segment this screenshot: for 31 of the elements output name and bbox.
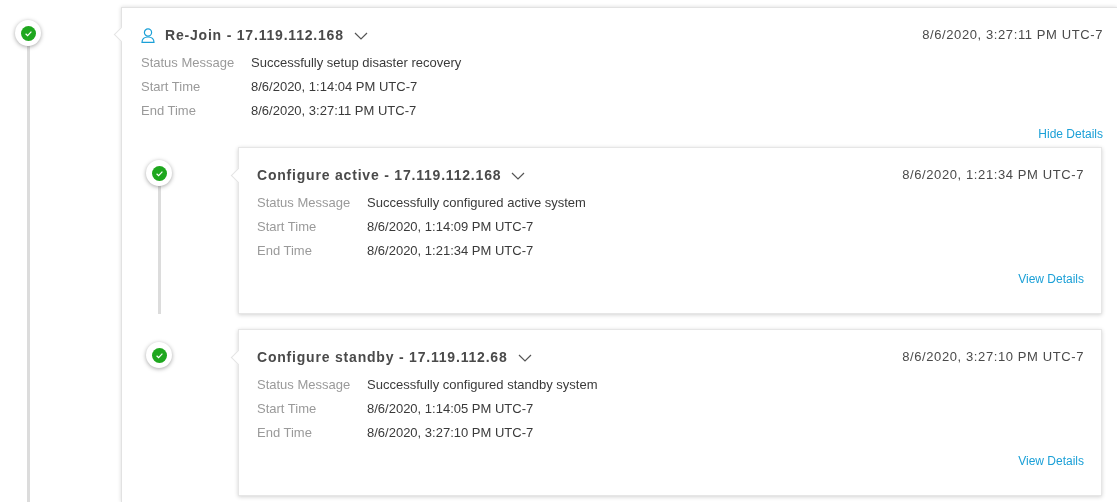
- chevron-down-icon[interactable]: [511, 172, 526, 180]
- field-value: 8/6/2020, 1:14:05 PM UTC-7: [367, 400, 534, 419]
- chevron-down-icon[interactable]: [517, 354, 532, 362]
- field-label: Status Message: [257, 376, 352, 395]
- view-details-link[interactable]: View Details: [1018, 452, 1084, 470]
- field-value: 8/6/2020, 3:27:11 PM UTC-7: [251, 102, 417, 121]
- field-value: 8/6/2020, 1:14:09 PM UTC-7: [367, 218, 534, 237]
- field-value: Successfully setup disaster recovery: [251, 54, 462, 73]
- substep-title: Configure standby - 17.119.112.68: [257, 347, 508, 367]
- field-label: Status Message: [141, 54, 236, 73]
- field-value: 8/6/2020, 1:21:34 PM UTC-7: [367, 242, 534, 261]
- substep-title: Configure active - 17.119.112.168: [257, 165, 502, 185]
- field-label: Start Time: [257, 400, 318, 419]
- field-label: Start Time: [141, 78, 202, 97]
- field-label: Status Message: [257, 194, 352, 213]
- hide-details-link[interactable]: Hide Details: [1038, 125, 1103, 143]
- field-label: Start Time: [257, 218, 318, 237]
- chevron-down-icon[interactable]: [353, 32, 368, 40]
- field-label: End Time: [257, 424, 313, 443]
- step-title: Re-Join - 17.119.112.168: [165, 25, 344, 45]
- field-value: Successfully configured active system: [367, 194, 586, 213]
- field-value: 8/6/2020, 1:14:04 PM UTC-7: [251, 78, 418, 97]
- substep-timestamp: 8/6/2020, 3:27:10 PM UTC-7: [902, 348, 1084, 367]
- step-timestamp: 8/6/2020, 3:27:11 PM UTC-7: [922, 26, 1103, 45]
- view-details-link[interactable]: View Details: [1018, 270, 1084, 288]
- user-icon: [141, 27, 155, 43]
- field-value: 8/6/2020, 3:27:10 PM UTC-7: [367, 424, 534, 443]
- field-label: End Time: [257, 242, 313, 261]
- substep-timestamp: 8/6/2020, 1:21:34 PM UTC-7: [902, 166, 1084, 185]
- field-value: Successfully configured standby system: [367, 376, 598, 395]
- field-label: End Time: [141, 102, 197, 121]
